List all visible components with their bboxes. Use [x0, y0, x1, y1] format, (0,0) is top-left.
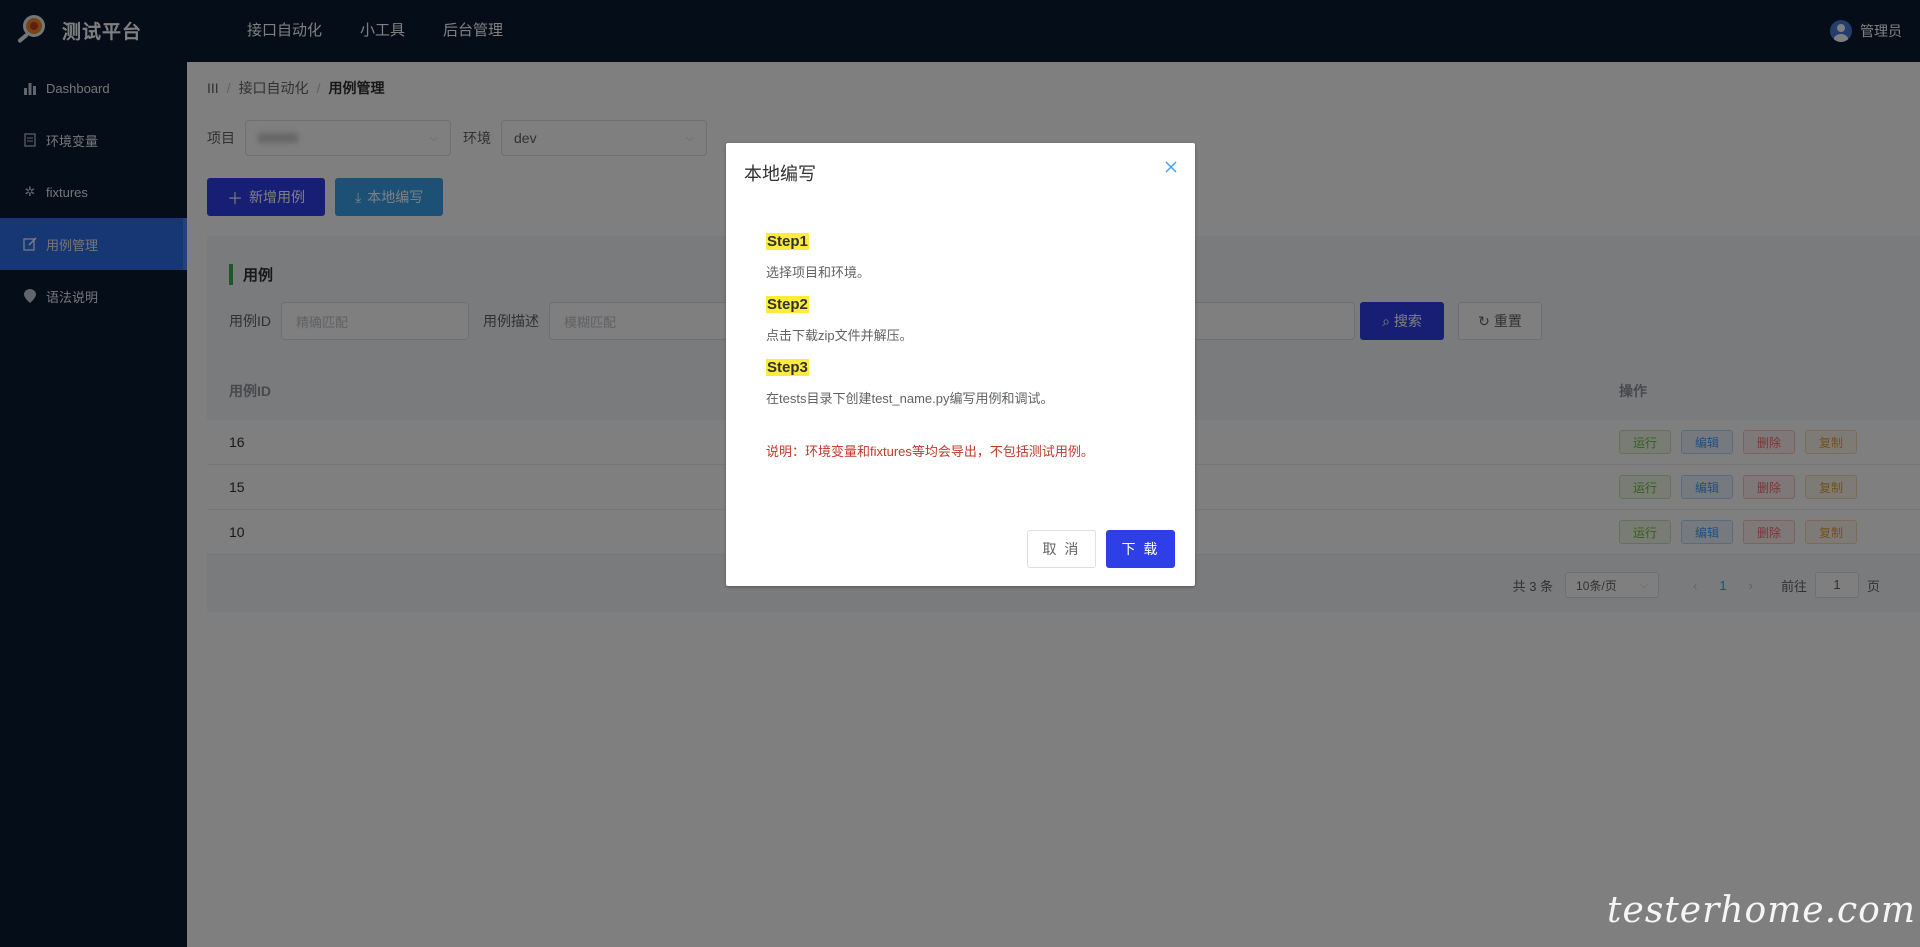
local-write-dialog: 本地编写 Step1 选择项目和环境。 Step2 点击下载zip文件并解压。 …	[726, 143, 1195, 586]
step-label: Step3	[766, 359, 809, 376]
dialog-note: 说明：环境变量和fixtures等均会导出，不包括测试用例。	[766, 444, 1094, 459]
step-text: 选择项目和环境。	[766, 265, 871, 280]
step-text: 点击下载zip文件并解压。	[766, 328, 913, 343]
dialog-title: 本地编写	[744, 164, 816, 184]
step-label: Step1	[766, 233, 809, 250]
close-icon[interactable]	[1163, 159, 1179, 175]
download-button[interactable]: 下 载	[1106, 530, 1175, 568]
watermark: testerhome.com	[1607, 890, 1916, 931]
step-label: Step2	[766, 296, 809, 313]
cancel-button[interactable]: 取 消	[1027, 530, 1096, 568]
dialog-body: Step1 选择项目和环境。 Step2 点击下载zip文件并解压。 Step3…	[766, 233, 1166, 460]
step-text: 在tests目录下创建test_name.py编写用例和调试。	[766, 391, 1054, 406]
